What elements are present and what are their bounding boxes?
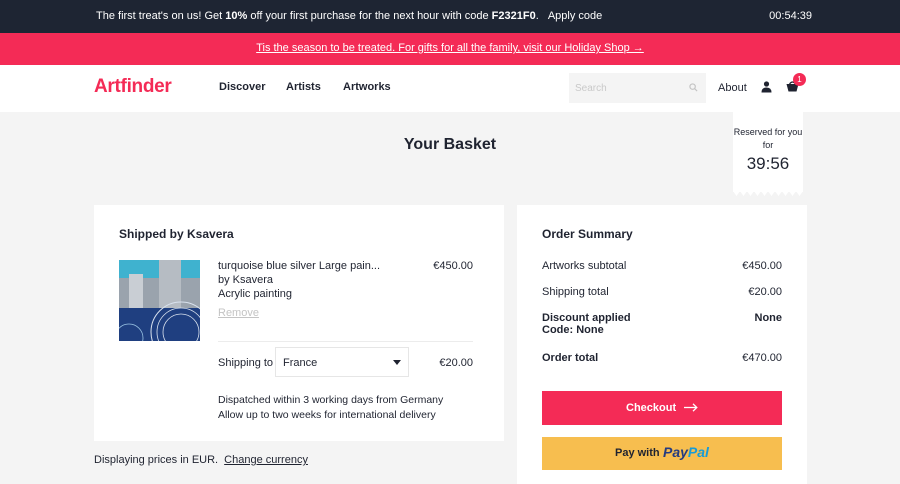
order-total-label: Order total: [542, 352, 599, 364]
shipping-to-label: Shipping to: [218, 357, 274, 369]
ticket-zigzag-edge: [733, 191, 803, 196]
search-icon[interactable]: [689, 83, 698, 92]
nav-artists[interactable]: Artists: [286, 81, 321, 93]
nav-about[interactable]: About: [718, 82, 747, 94]
reserved-label: Reserved for you for: [733, 127, 803, 150]
artwork-artist[interactable]: by Ksavera: [218, 274, 273, 286]
arrow-right-icon: [684, 403, 698, 412]
artwork-thumbnail[interactable]: [119, 260, 200, 341]
discount-label: Discount applied Code: None: [542, 312, 631, 336]
promo-code: F2321F0: [491, 10, 536, 22]
shipped-by-heading: Shipped by Ksavera: [119, 227, 234, 241]
cart-count-badge: 1: [793, 73, 806, 86]
order-summary-heading: Order Summary: [542, 227, 633, 241]
chevron-down-icon: [393, 360, 401, 365]
reserved-timer-ticket: Reserved for you for 39:56: [733, 112, 803, 192]
search-input[interactable]: [569, 73, 679, 103]
reserved-time: 39:56: [746, 154, 790, 173]
remove-item-link[interactable]: Remove: [218, 307, 259, 319]
nav-discover[interactable]: Discover: [219, 81, 265, 93]
basket-card: Shipped by Ksavera turquoise blue silver…: [94, 205, 504, 441]
search-box: [569, 73, 706, 103]
order-total-value: €470.00: [742, 352, 782, 364]
discount-code-label: Code: None: [542, 324, 604, 336]
artwork-medium: Acrylic painting: [218, 288, 292, 300]
shipping-country-select[interactable]: France: [275, 347, 409, 377]
paypal-logo-pay: Pay: [663, 444, 688, 460]
site-header: Artfinder Discover Artists Artworks Abou…: [0, 65, 900, 112]
shipping-total-value: €20.00: [748, 286, 782, 298]
subtotal-label: Artworks subtotal: [542, 260, 627, 272]
promo-timer: 00:54:39: [769, 10, 812, 22]
subtotal-value: €450.00: [742, 260, 782, 272]
paypal-button[interactable]: Pay with PayPal: [542, 437, 782, 470]
holiday-shop-link[interactable]: Tis the season to be treated. For gifts …: [256, 42, 644, 54]
paypal-label: Pay with: [615, 447, 660, 459]
promo-bar: The first treat's on us! Get 10% off you…: [0, 0, 900, 33]
promo-text-before: The first treat's on us! Get: [96, 10, 226, 22]
paypal-logo-pal: Pal: [687, 444, 709, 460]
checkout-button[interactable]: Checkout: [542, 391, 782, 425]
user-icon[interactable]: [761, 81, 772, 93]
currency-text: Displaying prices in EUR.: [94, 454, 219, 466]
dispatch-line-1: Dispatched within 3 working days from Ge…: [218, 394, 444, 406]
shipping-price: €20.00: [439, 357, 473, 369]
artfinder-logo[interactable]: Artfinder: [94, 76, 172, 98]
promo-discount: 10%: [225, 10, 248, 22]
discount-value: None: [754, 312, 783, 324]
paypal-logo: PayPal: [663, 444, 709, 460]
promo-text: The first treat's on us! Get 10% off you…: [96, 10, 602, 22]
discount-applied-label: Discount applied: [542, 312, 631, 324]
apply-code-link[interactable]: Apply code: [548, 10, 602, 22]
checkout-label: Checkout: [626, 402, 677, 414]
holiday-banner: Tis the season to be treated. For gifts …: [0, 33, 900, 65]
shipping-total-label: Shipping total: [542, 286, 609, 298]
artwork-price: €450.00: [433, 260, 473, 272]
dispatch-line-2: Allow up to two weeks for international …: [218, 409, 436, 421]
order-summary-card: Order Summary Artworks subtotal €450.00 …: [517, 205, 807, 484]
promo-text-end: .: [535, 10, 539, 22]
change-currency-link[interactable]: Change currency: [224, 454, 308, 466]
currency-line: Displaying prices in EUR. Change currenc…: [94, 454, 308, 466]
dispatch-note: Dispatched within 3 working days from Ge…: [218, 393, 443, 423]
promo-text-middle: off your first purchase for the next hou…: [247, 10, 492, 22]
item-divider: [218, 341, 473, 342]
artwork-title-link[interactable]: turquoise blue silver Large pain...: [218, 260, 380, 272]
nav-artworks[interactable]: Artworks: [343, 81, 391, 93]
shipping-country-value: France: [283, 357, 318, 369]
